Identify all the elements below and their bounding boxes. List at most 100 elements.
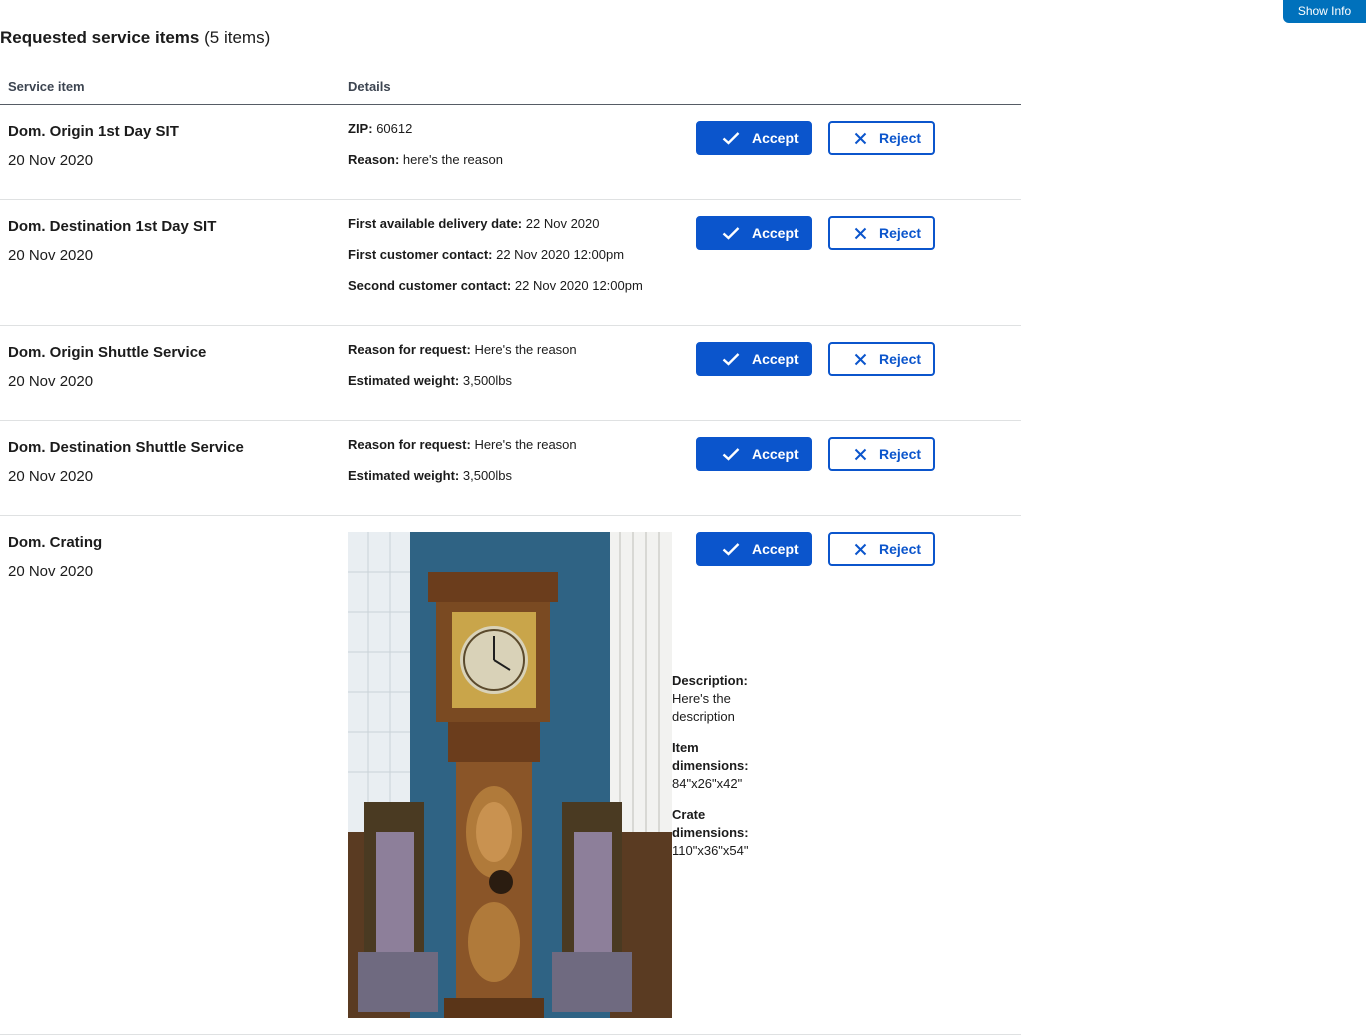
table-header: Service item Details bbox=[0, 68, 1021, 105]
detail-estimated-weight: Estimated weight: 3,500lbs bbox=[348, 467, 688, 485]
detail-value: 3,500lbs bbox=[462, 468, 513, 483]
service-item-name: Dom. Origin Shuttle Service bbox=[8, 344, 207, 361]
table-row: Dom. Destination Shuttle Service 20 Nov … bbox=[0, 421, 1021, 516]
close-icon bbox=[854, 227, 867, 239]
detail-description: Description: Here's the description bbox=[672, 672, 762, 726]
detail-value: 22 Nov 2020 12:00pm bbox=[514, 278, 643, 293]
detail-reason-for-request: Reason for request: Here's the reason bbox=[348, 341, 688, 359]
accept-label: Accept bbox=[752, 225, 799, 241]
detail-reason-for-request: Reason for request: Here's the reason bbox=[348, 436, 688, 454]
close-icon bbox=[854, 448, 867, 460]
table-row: Dom. Origin 1st Day SIT 20 Nov 2020 ZIP:… bbox=[0, 105, 1021, 200]
detail-value: here's the reason bbox=[402, 152, 503, 167]
detail-label: Reason for request: bbox=[348, 437, 471, 452]
detail-label: Estimated weight: bbox=[348, 373, 460, 388]
service-item-cell: Dom. Destination 1st Day SIT 20 Nov 2020 bbox=[8, 217, 328, 266]
detail-value: 110"x36"x54" bbox=[672, 843, 749, 858]
crating-details: Description: Here's the description Item … bbox=[672, 672, 762, 873]
service-item-cell: Dom. Crating 20 Nov 2020 bbox=[8, 533, 328, 582]
column-header-details: Details bbox=[348, 79, 391, 94]
detail-label: Estimated weight: bbox=[348, 468, 460, 483]
detail-item-dimensions: Item dimensions: 84"x26"x42" bbox=[672, 739, 762, 793]
detail-estimated-weight: Estimated weight: 3,500lbs bbox=[348, 372, 688, 390]
table-row: Dom. Crating 20 Nov 2020 Description: He… bbox=[0, 516, 1021, 1035]
check-icon bbox=[722, 543, 740, 556]
page-title: Requested service items (5 items) bbox=[0, 27, 270, 49]
check-icon bbox=[722, 132, 740, 145]
reject-button[interactable]: Reject bbox=[828, 342, 935, 376]
detail-zip: ZIP: 60612 bbox=[348, 120, 688, 138]
close-icon bbox=[854, 132, 867, 144]
reject-button[interactable]: Reject bbox=[828, 121, 935, 155]
crating-item-photo bbox=[348, 532, 672, 1018]
reject-button[interactable]: Reject bbox=[828, 437, 935, 471]
service-item-date: 20 Nov 2020 bbox=[8, 152, 94, 169]
show-info-button[interactable]: Show Info bbox=[1283, 0, 1366, 23]
service-item-cell: Dom. Origin 1st Day SIT 20 Nov 2020 bbox=[8, 122, 328, 171]
accept-button[interactable]: Accept bbox=[696, 216, 812, 250]
accept-label: Accept bbox=[752, 541, 799, 557]
service-item-date: 20 Nov 2020 bbox=[8, 247, 94, 264]
detail-second-customer-contact: Second customer contact: 22 Nov 2020 12:… bbox=[348, 277, 688, 295]
accept-label: Accept bbox=[752, 130, 799, 146]
accept-button[interactable]: Accept bbox=[696, 342, 812, 376]
detail-value: Here's the reason bbox=[474, 437, 577, 452]
check-icon bbox=[722, 448, 740, 461]
detail-reason: Reason: here's the reason bbox=[348, 151, 688, 169]
reject-button[interactable]: Reject bbox=[828, 216, 935, 250]
details-cell: Reason for request: Here's the reason Es… bbox=[348, 341, 688, 403]
accept-button[interactable]: Accept bbox=[696, 121, 812, 155]
check-icon bbox=[722, 227, 740, 240]
details-cell: Reason for request: Here's the reason Es… bbox=[348, 436, 688, 498]
page-title-text: Requested service items bbox=[0, 28, 200, 47]
details-cell: ZIP: 60612 Reason: here's the reason bbox=[348, 120, 688, 182]
detail-value: 3,500lbs bbox=[462, 373, 513, 388]
details-cell: First available delivery date: 22 Nov 20… bbox=[348, 215, 688, 308]
detail-value: Here's the description bbox=[672, 691, 735, 724]
reject-label: Reject bbox=[879, 541, 922, 557]
service-item-cell: Dom. Destination Shuttle Service 20 Nov … bbox=[8, 438, 328, 487]
detail-crate-dimensions: Crate dimensions: 110"x36"x54" bbox=[672, 806, 762, 860]
detail-value: 84"x26"x42" bbox=[672, 776, 743, 791]
detail-label: Item dimensions: bbox=[672, 740, 749, 773]
detail-value: 60612 bbox=[376, 121, 413, 136]
service-item-date: 20 Nov 2020 bbox=[8, 373, 94, 390]
service-item-date: 20 Nov 2020 bbox=[8, 468, 94, 485]
service-item-name: Dom. Destination 1st Day SIT bbox=[8, 218, 217, 235]
detail-label: First customer contact: bbox=[348, 247, 493, 262]
service-item-date: 20 Nov 2020 bbox=[8, 563, 94, 580]
reject-label: Reject bbox=[879, 446, 922, 462]
close-icon bbox=[854, 543, 867, 555]
reject-button[interactable]: Reject bbox=[828, 532, 935, 566]
detail-value: Here's the reason bbox=[474, 342, 577, 357]
detail-first-available-delivery: First available delivery date: 22 Nov 20… bbox=[348, 215, 688, 233]
close-icon bbox=[854, 353, 867, 365]
detail-label: Second customer contact: bbox=[348, 278, 512, 293]
service-items-table: Service item Details Dom. Origin 1st Day… bbox=[0, 68, 1021, 1035]
accept-label: Accept bbox=[752, 446, 799, 462]
detail-label: Reason for request: bbox=[348, 342, 471, 357]
detail-value: 22 Nov 2020 12:00pm bbox=[496, 247, 625, 262]
reject-label: Reject bbox=[879, 130, 922, 146]
accept-button[interactable]: Accept bbox=[696, 437, 812, 471]
detail-label: Description: bbox=[672, 673, 748, 688]
service-item-name: Dom. Origin 1st Day SIT bbox=[8, 123, 179, 140]
accept-button[interactable]: Accept bbox=[696, 532, 812, 566]
table-row: Dom. Origin Shuttle Service 20 Nov 2020 … bbox=[0, 326, 1021, 421]
table-row: Dom. Destination 1st Day SIT 20 Nov 2020… bbox=[0, 200, 1021, 326]
check-icon bbox=[722, 353, 740, 366]
reject-label: Reject bbox=[879, 351, 922, 367]
detail-value: 22 Nov 2020 bbox=[525, 216, 600, 231]
reject-label: Reject bbox=[879, 225, 922, 241]
detail-label: Crate dimensions: bbox=[672, 807, 749, 840]
detail-label: ZIP: bbox=[348, 121, 373, 136]
column-header-service-item: Service item bbox=[8, 79, 85, 94]
accept-label: Accept bbox=[752, 351, 799, 367]
item-count: (5 items) bbox=[204, 28, 271, 47]
service-item-name: Dom. Destination Shuttle Service bbox=[8, 439, 244, 456]
detail-first-customer-contact: First customer contact: 22 Nov 2020 12:0… bbox=[348, 246, 688, 264]
service-item-name: Dom. Crating bbox=[8, 534, 103, 551]
detail-label: Reason: bbox=[348, 152, 400, 167]
service-item-cell: Dom. Origin Shuttle Service 20 Nov 2020 bbox=[8, 343, 328, 392]
detail-label: First available delivery date: bbox=[348, 216, 523, 231]
